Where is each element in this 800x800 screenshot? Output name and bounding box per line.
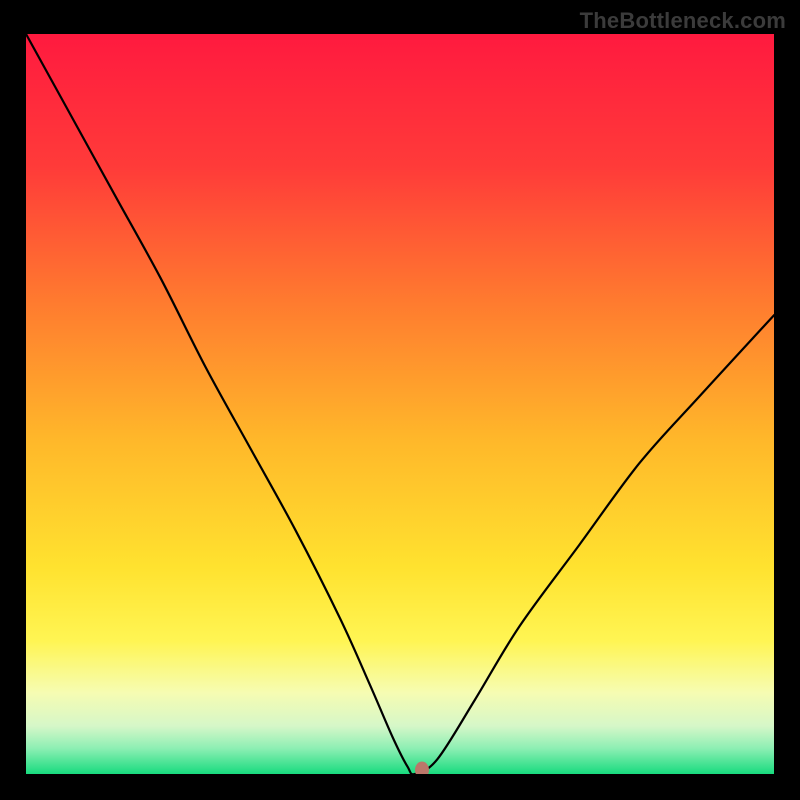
chart-frame: TheBottleneck.com <box>0 0 800 800</box>
plot-area <box>26 34 774 774</box>
background-gradient <box>26 34 774 774</box>
optimal-point-marker <box>415 761 429 774</box>
watermark-text: TheBottleneck.com <box>580 8 786 34</box>
